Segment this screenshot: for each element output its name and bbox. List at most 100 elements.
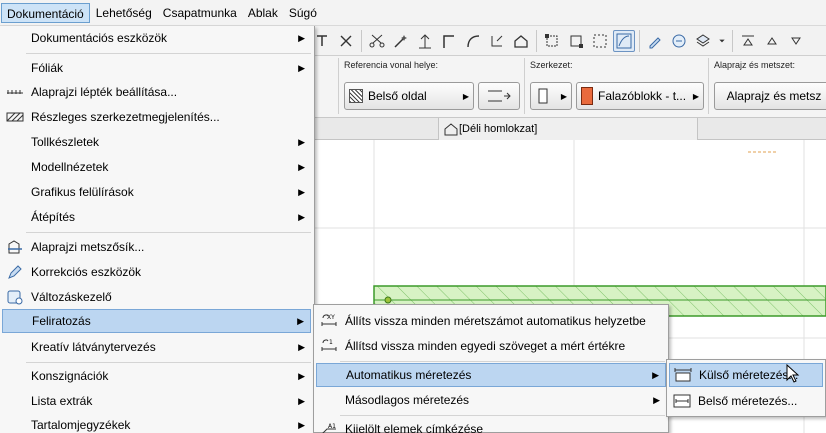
structure-value: Falazóblokk - t... [598,89,687,103]
curve-edit-icon[interactable] [613,29,635,52]
menu-item-belso-meretezes[interactable]: Belső méretezés... [669,389,823,413]
menu-item-reset-custom-texts[interactable]: 1 Állítsd vissza minden egyedi szöveget … [316,334,666,358]
menu-item-dokumentacios-eszkozok[interactable]: Dokumentációs eszközök ▶ [2,26,311,50]
menu-separator [340,415,665,416]
exterior-dimension-icon [673,365,693,385]
menu-item-label: Állítsd vissza minden egyedi szöveget a … [345,339,626,353]
chevron-down-icon[interactable] [716,30,728,52]
menu-item-konszignaciok[interactable]: Konszignációk ▶ [2,364,311,388]
move-top-icon[interactable] [737,30,759,52]
plan-section-value: Alaprajz és metsz [726,89,822,103]
menu-item-tollkeszletek[interactable]: Tollkészletek ▶ [2,130,311,154]
triangle-right-icon: ▶ [462,91,469,101]
menu-ablak[interactable]: Ablak [243,3,283,23]
submenu-arrow-icon: ▶ [298,32,305,43]
ref-line-dropdown[interactable]: Belső oldal ▶ [344,82,474,110]
menu-item-kreativ-latvanytervezes[interactable]: Kreatív látványtervezés ▶ [2,335,311,359]
toolbar-separator [639,29,640,52]
menu-item-label: Korrekciós eszközök [31,265,142,279]
menu-csapatmunka[interactable]: Csapatmunka [158,3,242,23]
change-manager-icon [5,287,25,307]
menu-item-grafikus-felulirasok[interactable]: Grafikus felülírások ▶ [2,180,311,204]
menu-item-label: Másodlagos méretezés [345,393,470,407]
menu-item-label: Külső méretezés... [699,368,799,382]
elevation-arrow-icon[interactable] [414,30,436,52]
menu-item-label: Tartalomjegyzékek [31,418,131,432]
select-nodes-icon[interactable] [541,30,563,52]
menu-item-reszleges-szerkezet[interactable]: Részleges szerkezetmegjelenítés... [2,105,311,129]
intersect-tool-icon[interactable] [335,30,357,52]
house-icon[interactable] [510,30,532,52]
menu-bar: Dokumentáció Lehetőség Csapatmunka Ablak… [0,0,826,26]
brick-swatch-icon [581,87,593,105]
magic-wand-icon[interactable] [390,30,412,52]
menu-item-modellnezetek[interactable]: Modellnézetek ▶ [2,155,311,179]
submenu-arrow-icon: ▶ [298,62,305,73]
structure-dropdown[interactable]: Falazóblokk - t... ▶ [576,82,704,110]
arc-tool-icon[interactable] [462,30,484,52]
menu-dokumentacio[interactable]: Dokumentáció [1,2,90,23]
submenu-arrow-icon: ▶ [298,161,305,172]
menu-item-label: Konszignációk [31,369,109,383]
submenu-arrow-icon: ▶ [653,394,660,405]
menu-item-feliratozas[interactable]: Feliratozás ▶ [2,309,311,333]
menu-item-label: Tollkészletek [31,135,100,149]
floor-plan-cut-icon [5,237,25,257]
plan-section-button[interactable]: Alaprajz és metsz [714,82,826,110]
menu-item-automatikus-meretezes[interactable]: Automatikus méretezés ▶ [316,363,666,387]
submenu-arrow-icon: ▶ [298,186,305,197]
submenu-arrow-icon: ▶ [297,315,304,326]
menu-item-label: Kreatív látványtervezés [31,340,156,354]
ref-line-flip-button[interactable] [478,82,520,110]
menu-item-valtozaskezelo[interactable]: Változáskezelő [2,285,311,309]
menu-sugo[interactable]: Súgó [284,3,322,23]
toolbar [310,26,826,56]
menu-separator [26,362,311,363]
flip-direction-icon [488,90,511,102]
submenu-arrow-icon: ▶ [298,370,305,381]
menu-item-label: Grafikus felülírások [31,185,134,199]
corner-tool-icon[interactable] [438,30,460,52]
menu-item-label: Alaprajzi lépték beállítása... [31,85,178,99]
layers-icon[interactable] [692,30,714,52]
ref-line-value: Belső oldal [368,89,427,103]
toolbar-separator [732,29,733,52]
markup-icon[interactable] [668,30,690,52]
menu-item-masodlagos-meretezes[interactable]: Másodlagos méretezés ▶ [316,388,666,412]
hatch-icon [5,107,25,127]
label-icon: A1 [319,419,339,433]
menu-item-label: Részleges szerkezetmegjelenítés... [31,110,220,124]
menu-item-alaprajzi-metszosik[interactable]: Alaprajzi metszősík... [2,235,311,259]
scissors-icon[interactable] [366,30,388,52]
menu-item-alaprajzi-leptek[interactable]: Alaprajzi lépték beállítása... [2,80,311,104]
wall-structure-icon [538,88,548,104]
structure-title: Szerkezet: [530,60,573,70]
menu-separator [26,53,311,54]
info-separator [524,58,525,114]
menu-item-tartalomjegyzekek[interactable]: Tartalomjegyzékek ▶ [2,413,311,433]
move-up-icon[interactable] [761,30,783,52]
menu-item-foliak[interactable]: Fóliák ▶ [2,56,311,80]
menu-item-kijelolt-elemek-cimkezese[interactable]: A1 Kijelölt elemek címkézése [316,417,666,433]
menu-item-reset-dimension-texts[interactable]: XY Állíts vissza minden méretszámot auto… [316,309,666,333]
scale-icon [5,82,25,102]
feliratozas-submenu: XY Állíts vissza minden méretszámot auto… [313,304,669,433]
extend-tool-icon[interactable] [486,30,508,52]
move-down-icon[interactable] [785,30,807,52]
menu-item-label: Belső méretezés... [698,394,798,408]
structure-type-button[interactable]: ▶ [530,82,572,110]
interior-dimension-icon [672,391,692,411]
ref-line-title: Referencia vonal helye: [344,60,439,70]
view-tab-bar: [Déli homlokzat] [310,118,826,140]
menu-item-korrekcios-eszkozok[interactable]: Korrekciós eszközök [2,260,311,284]
pen-tool-icon[interactable] [644,30,666,52]
menu-lehetoseg[interactable]: Lehetőség [91,3,157,23]
tab-deli-homlokzat[interactable]: [Déli homlokzat] [438,118,698,140]
select-area-icon[interactable] [589,30,611,52]
triangle-right-icon: ▶ [692,91,699,101]
reset-custom-text-icon: 1 [319,336,339,356]
menu-item-atepites[interactable]: Átépítés ▶ [2,205,311,229]
select-edges-icon[interactable] [565,30,587,52]
menu-item-lista-extrak[interactable]: Lista extrák ▶ [2,389,311,413]
reset-dimension-text-icon: XY [319,311,339,331]
